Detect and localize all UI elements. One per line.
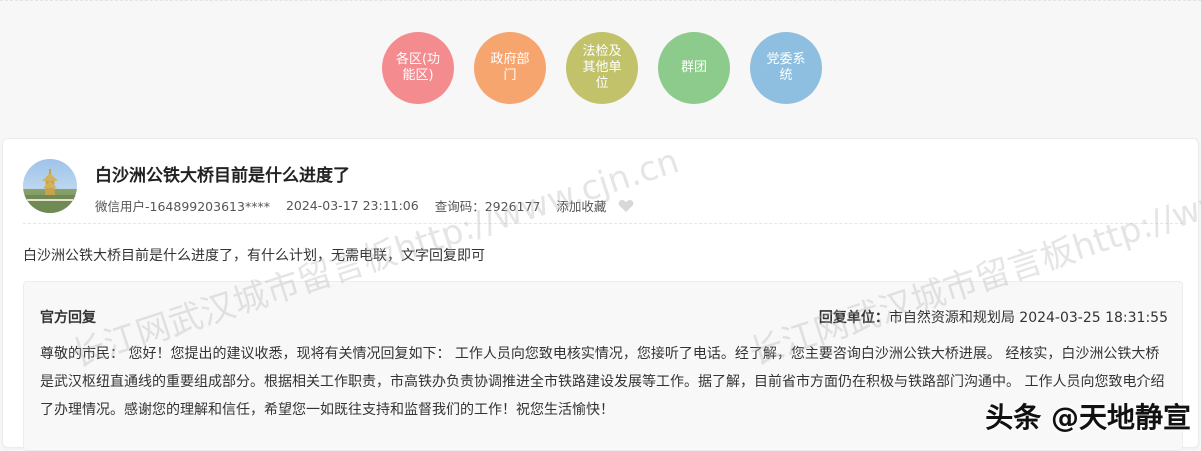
category-party-system[interactable]: 党委系统 <box>750 32 822 104</box>
heart-icon[interactable] <box>618 199 634 213</box>
category-districts[interactable]: 各区(功能区) <box>382 32 454 104</box>
category-courts-others[interactable]: 法检及其他单位 <box>566 32 638 104</box>
question-text: 白沙洲公铁大桥目前是什么进度了，有什么计划，无需电联，文字回复即可 <box>23 245 485 265</box>
post-time: 2024-03-17 23:11:06 <box>286 198 419 213</box>
reply-header: 官方回复 回复单位：市自然资源和规划局 2024-03-25 18:31:55 <box>40 306 1168 328</box>
reply-unit-info: 回复单位：市自然资源和规划局 2024-03-25 18:31:55 <box>819 307 1168 327</box>
reply-label: 官方回复 <box>40 307 96 327</box>
category-groups[interactable]: 群团 <box>658 32 730 104</box>
tower-image <box>23 159 77 213</box>
reply-unit: 市自然资源和规划局 <box>889 310 1015 326</box>
reply-time: 2024-03-25 18:31:55 <box>1019 310 1168 326</box>
post-query-code: 查询码：2926177 <box>435 196 541 215</box>
corner-watermark: 头条 @天地静宣 <box>985 396 1191 436</box>
post-meta: 微信用户-164899203613**** 2024-03-17 23:11:0… <box>95 196 634 215</box>
meta-divider <box>23 223 1183 224</box>
avatar <box>23 159 77 213</box>
post-user: 微信用户-164899203613**** <box>95 196 270 215</box>
favorite-link[interactable]: 添加收藏 <box>556 196 606 215</box>
post-title: 白沙洲公铁大桥目前是什么进度了 <box>95 161 350 186</box>
category-nav: 各区(功能区) 政府部门 法检及其他单位 群团 党委系统 <box>0 32 1201 104</box>
reply-unit-label: 回复单位： <box>819 310 889 326</box>
category-gov-departments[interactable]: 政府部门 <box>474 32 546 104</box>
top-divider <box>0 0 1201 1</box>
